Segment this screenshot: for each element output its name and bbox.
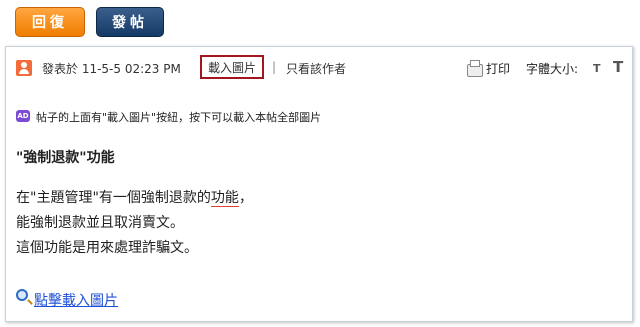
- post-panel: 發表於 11-5-5 02:23 PM 載入圖片 | 只看該作者 打印 字體大小…: [5, 46, 633, 322]
- click-load-image-link[interactable]: 點擊載入圖片: [34, 290, 118, 310]
- magnifier-icon[interactable]: [16, 289, 28, 301]
- post-line-1-text: 在"主題管理"有一個強制退款的: [16, 190, 211, 206]
- post-line-1-end: ，: [238, 190, 253, 206]
- tip-text: 帖子的上面有"載入圖片"按紐，按下可以載入本帖全部圖片: [36, 111, 322, 124]
- new-post-button[interactable]: 發帖: [96, 7, 164, 37]
- print-icon[interactable]: [467, 60, 483, 77]
- font-size-label: 字體大小:: [526, 62, 579, 76]
- post-body: 在"主題管理"有一個強制退款的功能， 能強制退款並且取消賣文。 這個功能是用來處…: [16, 186, 253, 261]
- post-line-1: 在"主題管理"有一個強制退款的功能，: [16, 186, 253, 211]
- top-toolbar: 回復 發帖: [0, 0, 640, 46]
- print-link[interactable]: 打印: [486, 60, 510, 77]
- user-icon: [16, 60, 32, 76]
- font-small-button[interactable]: T: [593, 62, 601, 75]
- post-line-2: 能強制退款並且取消賣文。: [16, 215, 184, 231]
- reply-button[interactable]: 回復: [15, 7, 85, 37]
- load-images-link[interactable]: 載入圖片: [200, 55, 264, 79]
- ad-icon: AD: [16, 110, 30, 122]
- font-large-button[interactable]: T: [613, 58, 623, 76]
- posted-time: 發表於 11-5-5 02:23 PM: [42, 62, 181, 76]
- separator: |: [272, 60, 277, 74]
- post-line-3: 這個功能是用來處理詐騙文。: [16, 240, 198, 256]
- post-meta-row: 發表於 11-5-5 02:23 PM 載入圖片 | 只看該作者 打印 字體大小…: [6, 55, 632, 79]
- spellcheck-underlined-word: 功能: [210, 190, 239, 207]
- only-author-link[interactable]: 只看該作者: [286, 60, 346, 77]
- post-heading: "強制退款"功能: [16, 150, 115, 166]
